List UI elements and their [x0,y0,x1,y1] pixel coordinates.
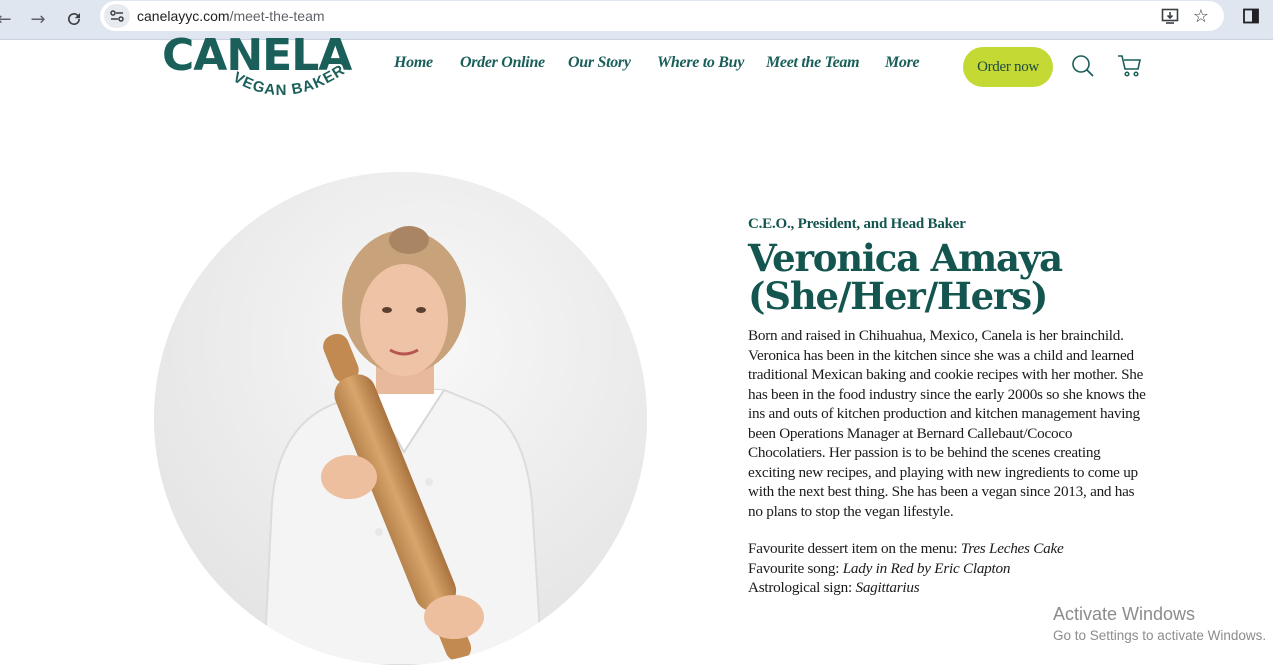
fact-label: Favourite dessert item on the menu: [748,540,961,557]
fact-favourite-dessert: Favourite dessert item on the menu: Tres… [748,539,1158,559]
fact-value: Tres Leches Cake [960,540,1064,557]
watermark-title: Activate Windows [1053,604,1196,624]
url-text[interactable]: canelayyc.com/meet-the-team [137,8,325,24]
cart-icon[interactable] [1117,53,1143,79]
watermark-subtitle: Go to Settings to activate Windows. [1053,628,1267,643]
url-path: /meet-the-team [229,8,325,24]
member-role: C.E.O., President, and Head Baker [748,216,966,232]
fact-value: Lady in Red by Eric Clapton [842,559,1011,577]
nav-where-to-buy[interactable]: Where to Buy [657,54,744,72]
back-arrow-icon[interactable]: ← [0,5,18,33]
activate-windows-watermark: Activate Windows Go to Settings to activ… [1053,604,1266,643]
nav-more[interactable]: More [885,54,920,72]
team-member-bio: C.E.O., President, and Head Baker Veroni… [748,216,1158,598]
forward-arrow-icon[interactable]: → [24,5,52,33]
nav-order-online[interactable]: Order Online [460,54,545,72]
order-now-button[interactable]: Order now [963,47,1053,87]
fact-label: Astrological sign: [748,579,856,596]
member-name: Veronica Amaya (She/Her/Hers) [748,239,1158,315]
fact-astrological-sign: Astrological sign: Sagittarius [748,578,1158,598]
member-facts: Favourite dessert item on the menu: Tres… [748,539,1158,598]
member-bio-paragraph: Born and raised in Chihuahua, Mexico, Ca… [748,327,1146,520]
search-icon[interactable] [1070,53,1096,79]
member-pronouns: (She/Her/Hers) [748,274,1048,318]
nav-our-story[interactable]: Our Story [568,54,631,72]
reload-icon[interactable] [60,5,88,33]
nav-meet-the-team[interactable]: Meet the Team [766,54,860,72]
bookmark-star-icon[interactable]: ☆ [1190,5,1212,27]
address-bar[interactable]: canelayyc.com/meet-the-team ☆ [100,1,1224,31]
site-info-icon[interactable] [104,4,130,28]
side-panel-icon[interactable] [1240,5,1262,27]
nav-home[interactable]: Home [394,54,433,72]
fact-value: Sagittarius [855,579,920,596]
canela-logo[interactable]: CANELA VEGAN BAKERY [160,30,360,110]
fact-label: Favourite song: [748,559,843,577]
install-app-icon[interactable] [1159,5,1181,27]
url-host: canelayyc.com [137,8,230,24]
member-name-line1: Veronica Amaya [748,236,1063,280]
team-member-photo [154,172,647,665]
fact-favourite-song: Favourite song: Lady in Red by Eric Clap… [748,559,1158,579]
